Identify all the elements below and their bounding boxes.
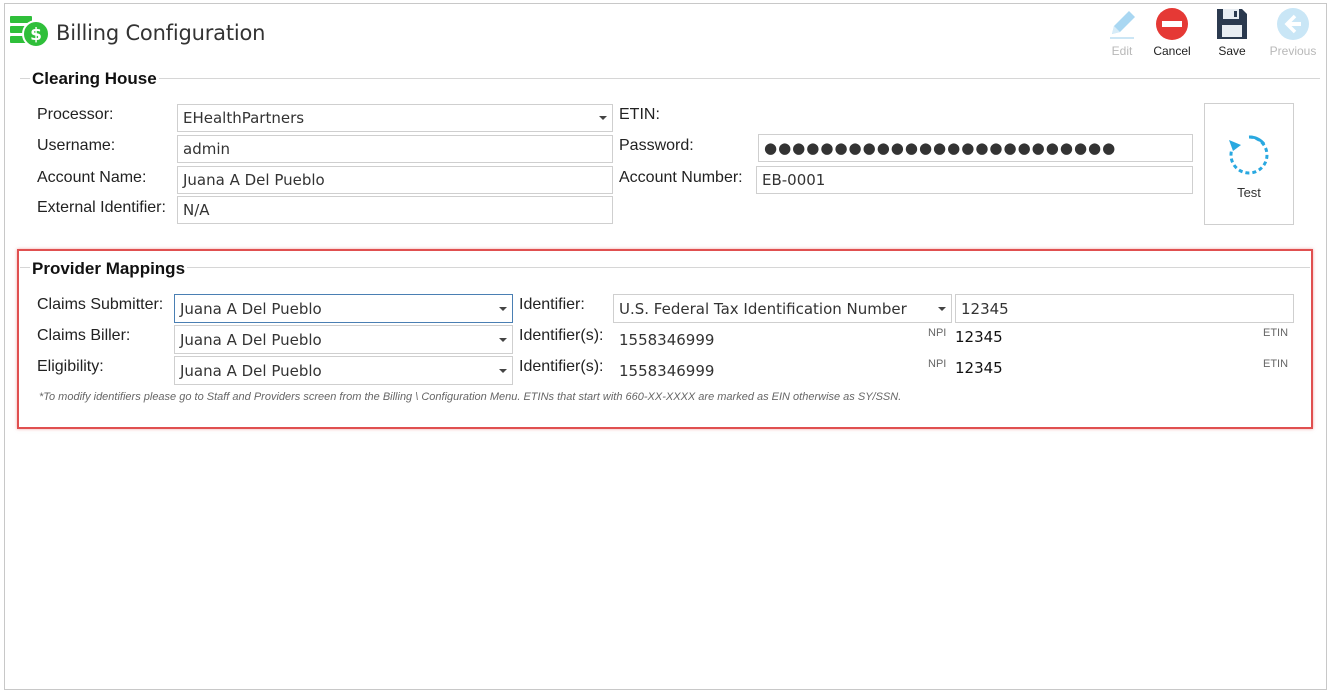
- eligibility-label: Eligibility:: [37, 358, 104, 375]
- identifier-label: Identifier:: [519, 296, 585, 313]
- eligibility-etin-tag: ETIN: [1263, 358, 1289, 370]
- processor-label: Processor:: [37, 106, 114, 123]
- test-button-label: Test: [1237, 185, 1261, 200]
- clearing-house-divider: [20, 78, 1320, 79]
- cancel-icon: [1144, 6, 1200, 42]
- floppy-disk-icon: [1204, 6, 1260, 42]
- cancel-button[interactable]: Cancel: [1144, 6, 1200, 62]
- chevron-down-icon: [499, 306, 507, 311]
- password-label: Password:: [619, 137, 694, 154]
- biller-identifiers-label: Identifier(s):: [519, 327, 604, 344]
- eligibility-etin-value: 12345: [955, 359, 1003, 377]
- claims-submitter-label: Claims Submitter:: [37, 296, 164, 313]
- chevron-down-icon: [938, 306, 946, 311]
- account-name-label: Account Name:: [37, 169, 147, 186]
- external-identifier-input[interactable]: N/A: [177, 196, 613, 224]
- page-title: Billing Configuration: [56, 21, 266, 45]
- title-bar: $ Billing Configuration: [8, 13, 265, 53]
- eligibility-select[interactable]: Juana A Del Pueblo: [174, 356, 513, 385]
- etin-label: ETIN:: [619, 106, 660, 123]
- provider-mappings-title: Provider Mappings: [30, 259, 188, 279]
- test-connection-button[interactable]: Test: [1204, 103, 1294, 225]
- account-name-input[interactable]: Juana A Del Pueblo: [177, 166, 613, 194]
- eligibility-npi-value: 1558346999: [619, 362, 715, 380]
- chevron-down-icon: [499, 368, 507, 373]
- claims-submitter-select[interactable]: Juana A Del Pueblo: [174, 294, 513, 323]
- biller-etin-value: 12345: [955, 328, 1003, 346]
- edit-button[interactable]: Edit: [1094, 6, 1150, 62]
- account-number-label: Account Number:: [619, 169, 743, 186]
- claims-biller-select[interactable]: Juana A Del Pueblo: [174, 325, 513, 354]
- svg-text:$: $: [30, 25, 42, 45]
- identifiers-note: *To modify identifiers please go to Staf…: [39, 391, 902, 403]
- chevron-down-icon: [499, 337, 507, 342]
- save-button[interactable]: Save: [1204, 6, 1260, 62]
- identifier-input[interactable]: 12345: [955, 294, 1294, 323]
- biller-npi-value: 1558346999: [619, 331, 715, 349]
- refresh-icon: [1205, 132, 1293, 182]
- eligibility-identifiers-label: Identifier(s):: [519, 358, 604, 375]
- clearing-house-title: Clearing House: [30, 69, 159, 89]
- username-label: Username:: [37, 137, 116, 154]
- biller-npi-tag: NPI: [928, 327, 947, 339]
- processor-select[interactable]: EHealthPartners: [177, 104, 613, 132]
- provider-mappings-divider: [20, 267, 1310, 268]
- eligibility-npi-tag: NPI: [928, 358, 947, 370]
- arrow-left-icon: [1265, 6, 1321, 42]
- billing-money-icon: $: [8, 12, 50, 54]
- username-input[interactable]: admin: [177, 135, 613, 163]
- password-input[interactable]: ●●●●●●●●●●●●●●●●●●●●●●●●●: [758, 134, 1193, 162]
- previous-button[interactable]: Previous: [1265, 6, 1321, 62]
- external-identifier-label: External Identifier:: [37, 199, 166, 216]
- identifier-type-select[interactable]: U.S. Federal Tax Identification Number: [613, 294, 952, 323]
- chevron-down-icon: [599, 116, 607, 120]
- account-number-input[interactable]: EB-0001: [756, 166, 1193, 194]
- pencil-icon: [1094, 6, 1150, 42]
- biller-etin-tag: ETIN: [1263, 327, 1289, 339]
- claims-biller-label: Claims Biller:: [37, 327, 131, 344]
